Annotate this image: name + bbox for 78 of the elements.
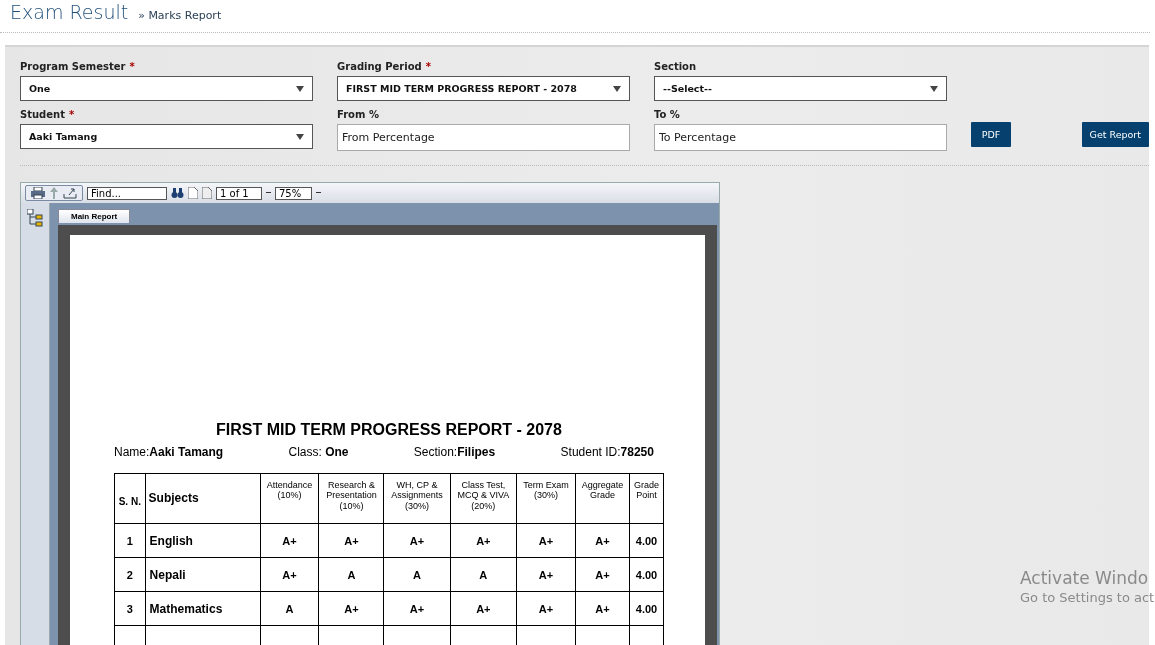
student-info: Student ID:78250: [560, 445, 654, 459]
column-header: Term Exam (30%): [516, 473, 576, 524]
column-header: Attendance (10%): [260, 473, 319, 524]
table-cell: A+: [575, 557, 630, 592]
column-header: Class Test, MCQ & VIVA (20%): [450, 473, 517, 524]
table-cell: English: [145, 523, 261, 558]
input-field[interactable]: To Percentage: [654, 124, 947, 151]
table-cell: A+: [450, 523, 517, 558]
table-cell: 4.00: [629, 591, 664, 626]
caret-icon: [930, 85, 938, 92]
field-label: Student: [20, 109, 65, 120]
caret-icon: [613, 85, 621, 92]
page-title: Exam Result: [10, 0, 129, 24]
required-mark: *: [129, 61, 135, 72]
table-cell: A: [383, 557, 451, 592]
field-label: To %: [654, 109, 680, 120]
field-label: Program Semester: [20, 61, 126, 72]
table-cell: Nepali: [145, 557, 261, 592]
table-cell: A+: [575, 591, 630, 626]
caret-icon: [296, 85, 304, 92]
binoculars-icon[interactable]: [171, 187, 184, 199]
table-cell: A+: [516, 591, 576, 626]
table-cell: Mathematics: [145, 591, 261, 626]
field-label: Section: [654, 61, 697, 72]
table-cell: A: [260, 591, 319, 626]
table-cell: A+: [450, 591, 517, 626]
caret-icon: [296, 133, 304, 140]
select-field[interactable]: One: [20, 76, 313, 101]
zoom-field[interactable]: 75%: [275, 186, 312, 200]
table-cell: 1: [114, 523, 146, 558]
export-icon[interactable]: [63, 187, 77, 199]
tree-icon[interactable]: [27, 209, 43, 227]
table-cell: 2: [114, 557, 146, 592]
select-field[interactable]: FIRST MID TERM PROGRESS REPORT - 2078: [337, 76, 630, 101]
report-tab[interactable]: Main Report: [58, 209, 131, 223]
column-header: S. N.: [114, 473, 146, 524]
table-cell: A: [450, 557, 517, 592]
required-mark: *: [425, 61, 431, 72]
page-number-field[interactable]: 1 of 1: [216, 186, 262, 200]
field-label: Grading Period: [337, 61, 422, 72]
get-report-button[interactable]: Get Report: [1081, 122, 1149, 147]
activation-notice-title: Activate Windo: [1020, 568, 1150, 588]
dropdown-icon[interactable]: [266, 191, 271, 195]
table-cell: A+: [516, 557, 576, 592]
table-cell: 3: [114, 591, 146, 626]
table-cell: A+: [319, 591, 384, 626]
table-cell: A+: [516, 523, 576, 558]
print-icon[interactable]: [31, 187, 45, 199]
table-cell: A+: [260, 523, 319, 558]
column-header: WH, CP & Assignments (30%): [383, 473, 451, 524]
pdf-button[interactable]: PDF: [971, 122, 1011, 147]
column-header: Aggregate Grade: [575, 473, 630, 524]
table-cell: A+: [319, 523, 384, 558]
column-header: Grade Point: [629, 473, 664, 524]
report-title: FIRST MID TERM PROGRESS REPORT - 2078: [215, 421, 563, 439]
page-icon[interactable]: [188, 187, 198, 199]
student-info: Name:Aaki Tamang: [114, 445, 224, 459]
table-cell: 4.00: [629, 523, 664, 558]
table-cell: 4.00: [629, 557, 664, 592]
dropdown-icon[interactable]: [316, 191, 321, 195]
activation-notice-text: Go to Settings to act: [1020, 590, 1155, 605]
page-icon[interactable]: [202, 187, 212, 199]
input-field[interactable]: From Percentage: [337, 124, 630, 151]
select-field[interactable]: Aaki Tamang: [20, 124, 313, 149]
select-field[interactable]: --Select--: [654, 76, 947, 101]
breadcrumb: » Marks Report: [138, 9, 222, 22]
required-mark: *: [68, 109, 75, 120]
column-header: Subjects: [145, 473, 261, 524]
table-cell: A+: [383, 523, 451, 558]
find-field[interactable]: Find...: [87, 186, 167, 200]
student-info: Section:Filipes: [413, 445, 496, 459]
student-info: Class: One: [288, 445, 349, 459]
table-cell: A+: [383, 591, 451, 626]
table-cell: A: [319, 557, 384, 592]
table-cell: A+: [575, 523, 630, 558]
column-header: Research & Presentation (10%): [319, 473, 384, 524]
table-cell: A+: [260, 557, 319, 592]
field-label: From %: [337, 109, 379, 120]
